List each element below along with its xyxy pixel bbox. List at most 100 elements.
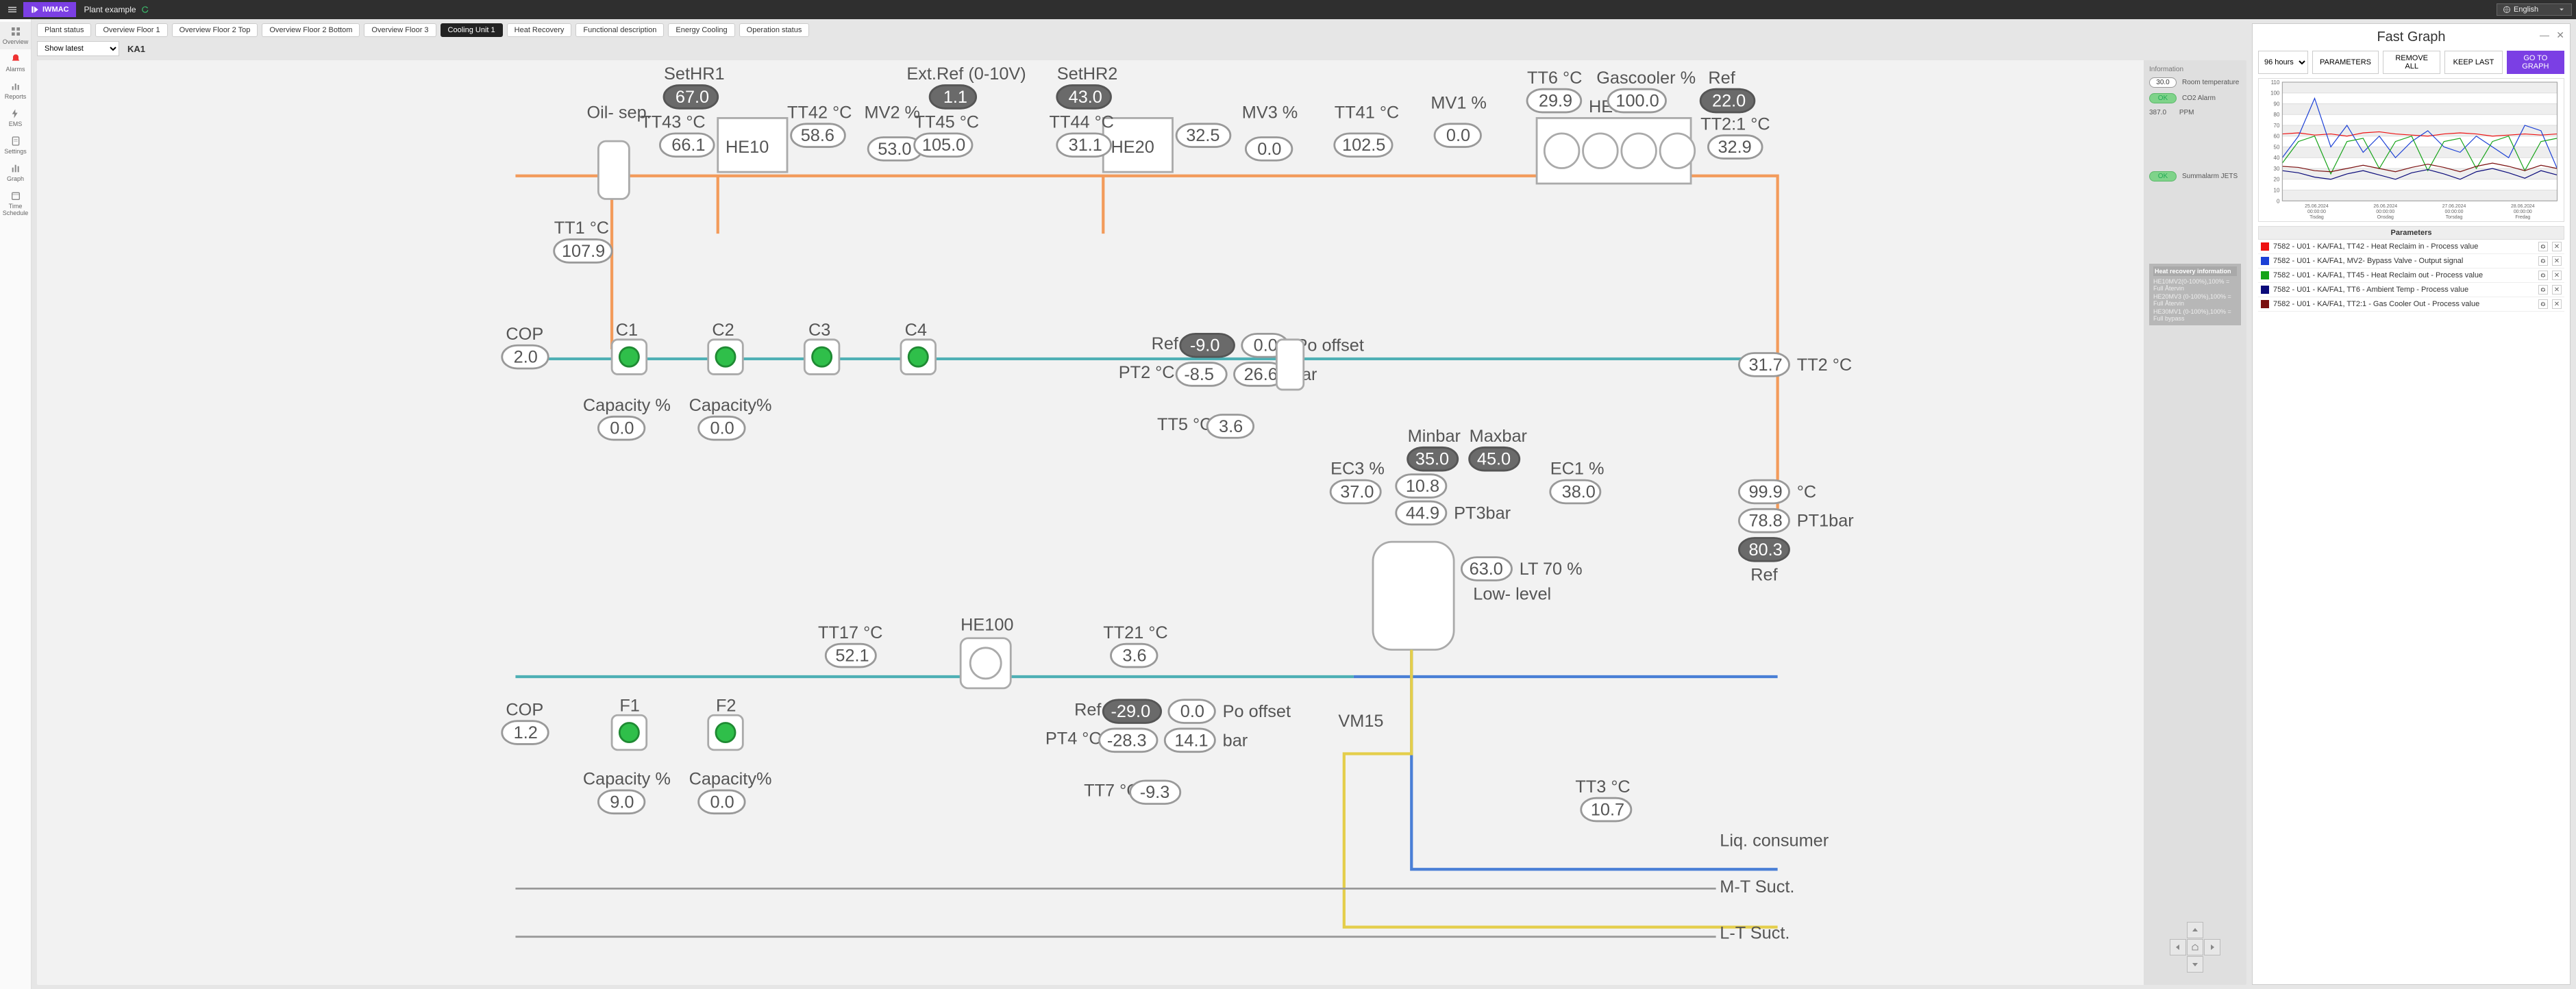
gear-icon[interactable]	[2538, 256, 2548, 266]
swatch-icon	[2261, 271, 2269, 279]
svg-text:Tisdag: Tisdag	[2309, 215, 2324, 220]
svg-text:27.06.2024: 27.06.2024	[2442, 204, 2466, 209]
svg-text:Ref: Ref	[1750, 565, 1778, 584]
nav-alarms[interactable]: Alarms	[0, 49, 31, 77]
remove-icon[interactable]: ✕	[2552, 299, 2562, 309]
svg-text:F1: F1	[619, 697, 640, 716]
gear-icon[interactable]	[2538, 271, 2548, 280]
go-to-graph-button[interactable]: GO TO GRAPH	[2507, 51, 2564, 74]
param-row-1: 7582 - U01 - KA/FA1, MV2- Bypass Valve -…	[2258, 254, 2564, 268]
nav-settings[interactable]: Settings	[0, 132, 31, 159]
gear-icon[interactable]	[2538, 299, 2548, 309]
jets-status: OK	[2149, 171, 2177, 181]
svg-text:10: 10	[2274, 187, 2280, 193]
remove-icon[interactable]: ✕	[2552, 285, 2562, 295]
minimize-icon[interactable]: —	[2540, 29, 2549, 40]
svg-text:Po offset: Po offset	[1223, 702, 1291, 721]
svg-text:Fredag: Fredag	[2515, 215, 2530, 220]
svg-text:Minbar: Minbar	[1408, 427, 1461, 446]
svg-text:26.6: 26.6	[1244, 365, 1278, 384]
dpad-down[interactable]	[2187, 956, 2203, 973]
left-nav: Overview Alarms Reports EMS Settings Gra…	[0, 19, 32, 989]
tab-overview-floor-1[interactable]: Overview Floor 1	[95, 23, 167, 37]
language-select[interactable]: English	[2497, 3, 2572, 16]
svg-text:-28.3: -28.3	[1107, 731, 1147, 750]
svg-text:63.0: 63.0	[1470, 560, 1503, 579]
tab-overview-floor-2-top[interactable]: Overview Floor 2 Top	[172, 23, 258, 37]
gear-icon[interactable]	[2538, 285, 2548, 295]
tab-overview-floor-2-bottom[interactable]: Overview Floor 2 Bottom	[262, 23, 360, 37]
language-label: English	[2514, 5, 2538, 14]
svg-text:Low- level: Low- level	[1473, 585, 1551, 604]
svg-text:TT2 °C: TT2 °C	[1797, 355, 1852, 375]
svg-text:29.9: 29.9	[1539, 92, 1572, 111]
svg-text:TT1 °C: TT1 °C	[554, 218, 609, 238]
tab-plant-status[interactable]: Plant status	[37, 23, 91, 37]
svg-text:70: 70	[2274, 123, 2280, 129]
param-row-3: 7582 - U01 - KA/FA1, TT6 - Ambient Temp …	[2258, 283, 2564, 297]
svg-text:L-T Suct.: L-T Suct.	[1720, 924, 1789, 943]
dpad-right[interactable]	[2204, 939, 2220, 955]
svg-text:Liq. consumer: Liq. consumer	[1720, 831, 1829, 851]
keep-last-button[interactable]: KEEP LAST	[2444, 51, 2502, 74]
dpad-home[interactable]	[2187, 939, 2203, 955]
remove-all-button[interactable]: REMOVE ALL	[2383, 51, 2440, 74]
remove-icon[interactable]: ✕	[2552, 256, 2562, 266]
svg-text:C4: C4	[905, 321, 927, 340]
tab-energy-cooling[interactable]: Energy Cooling	[668, 23, 734, 37]
svg-text:90: 90	[2274, 101, 2280, 107]
co2-label: CO2 Alarm	[2182, 95, 2216, 102]
svg-text:00:00:00: 00:00:00	[2376, 210, 2394, 214]
fast-graph-panel: Fast Graph — ✕ 96 hours PARAMETERS REMOV…	[2252, 23, 2571, 985]
swatch-icon	[2261, 286, 2269, 294]
svg-text:SetHR2: SetHR2	[1057, 64, 1118, 84]
nav-ems[interactable]: EMS	[0, 104, 31, 132]
svg-text:SetHR1: SetHR1	[664, 64, 725, 84]
svg-text:Maxbar: Maxbar	[1470, 427, 1527, 446]
svg-text:32.9: 32.9	[1718, 138, 1751, 157]
svg-text:0: 0	[2277, 198, 2280, 204]
svg-text:-9.0: -9.0	[1190, 336, 1220, 355]
svg-text:10.7: 10.7	[1591, 801, 1624, 820]
svg-text:37.0: 37.0	[1340, 482, 1374, 501]
nav-graph[interactable]: Graph	[0, 159, 31, 186]
parameters-button[interactable]: PARAMETERS	[2312, 51, 2379, 74]
svg-text:35.0: 35.0	[1415, 450, 1449, 469]
svg-text:0.0: 0.0	[1254, 336, 1278, 355]
parameters-header: Parameters	[2258, 226, 2564, 240]
param-row-2: 7582 - U01 - KA/FA1, TT45 - Heat Reclaim…	[2258, 268, 2564, 283]
cycle-icon	[140, 5, 150, 14]
svg-text:COP: COP	[506, 700, 543, 719]
svg-text:TT41 °C: TT41 °C	[1335, 103, 1399, 122]
svg-text:MV3 %: MV3 %	[1242, 103, 1298, 122]
info-title: Information	[2149, 66, 2241, 73]
tab-heat-recovery[interactable]: Heat Recovery	[507, 23, 572, 37]
menu-button[interactable]	[4, 1, 21, 18]
dpad-left[interactable]	[2170, 939, 2186, 955]
range-select[interactable]: 96 hours	[2258, 51, 2308, 74]
nav-overview[interactable]: Overview	[0, 22, 31, 49]
dpad-up[interactable]	[2187, 922, 2203, 938]
remove-icon[interactable]: ✕	[2552, 242, 2562, 251]
nav-reports[interactable]: Reports	[0, 77, 31, 104]
svg-text:0.0: 0.0	[1257, 140, 1281, 159]
svg-text:50: 50	[2274, 144, 2280, 150]
param-row-0: 7582 - U01 - KA/FA1, TT42 - Heat Reclaim…	[2258, 240, 2564, 254]
nav-schedule[interactable]: Time Schedule	[0, 186, 31, 221]
svg-text:28.06.2024: 28.06.2024	[2511, 204, 2535, 209]
tab-operation-status[interactable]: Operation status	[739, 23, 810, 37]
svg-text:30: 30	[2274, 166, 2280, 172]
tab-overview-floor-3[interactable]: Overview Floor 3	[364, 23, 436, 37]
tab-functional-description[interactable]: Functional description	[575, 23, 664, 37]
svg-text:14.1: 14.1	[1174, 731, 1208, 750]
gear-icon[interactable]	[2538, 242, 2548, 251]
param-label: 7582 - U01 - KA/FA1, MV2- Bypass Valve -…	[2273, 257, 2534, 265]
tab-cooling-unit-1[interactable]: Cooling Unit 1	[441, 23, 503, 37]
brand-logo: IWMAC	[23, 2, 76, 17]
close-icon[interactable]: ✕	[2556, 29, 2564, 41]
svg-text:MV1 %: MV1 %	[1431, 93, 1487, 112]
svg-text:31.1: 31.1	[1069, 136, 1102, 155]
svg-text:TT45 °C: TT45 °C	[915, 112, 979, 132]
remove-icon[interactable]: ✕	[2552, 271, 2562, 280]
show-latest-select[interactable]: Show latest	[37, 41, 119, 56]
